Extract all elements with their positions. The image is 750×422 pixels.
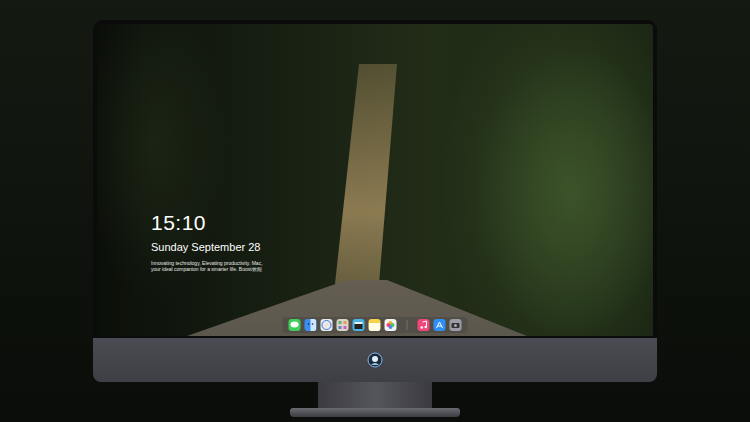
monitor-chin xyxy=(93,338,657,382)
screen: 15:10 Sunday September 28 Innovating techn… xyxy=(97,24,653,336)
wallpaper xyxy=(97,24,653,336)
lock-info: 15:10 Sunday September 28 Innovating techn… xyxy=(151,210,263,272)
messages-icon[interactable] xyxy=(289,319,301,331)
desktop-mockup: 15:10 Sunday September 28 Innovating techn… xyxy=(0,0,750,422)
grid-icon[interactable] xyxy=(337,319,349,331)
music-icon[interactable] xyxy=(418,319,430,331)
dock-separator xyxy=(407,320,408,330)
finder-icon[interactable] xyxy=(305,319,317,331)
clapper-icon[interactable] xyxy=(353,319,365,331)
photos-icon[interactable] xyxy=(385,319,397,331)
monitor-bezel: 15:10 Sunday September 28 Innovating techn… xyxy=(93,20,657,338)
dock xyxy=(283,317,468,333)
brand-logo-icon xyxy=(367,352,383,368)
monitor: 15:10 Sunday September 28 Innovating techn… xyxy=(93,20,657,422)
camera-icon[interactable] xyxy=(450,319,462,331)
monitor-foot xyxy=(290,408,460,417)
notes-icon[interactable] xyxy=(369,319,381,331)
tagline: Innovating technology, Elevating product… xyxy=(151,260,263,272)
clock-time: 15:10 xyxy=(151,210,263,236)
monitor-stand xyxy=(318,382,432,408)
safari-icon[interactable] xyxy=(321,319,333,331)
appstore-icon[interactable] xyxy=(434,319,446,331)
clock-date: Sunday September 28 xyxy=(151,240,263,255)
